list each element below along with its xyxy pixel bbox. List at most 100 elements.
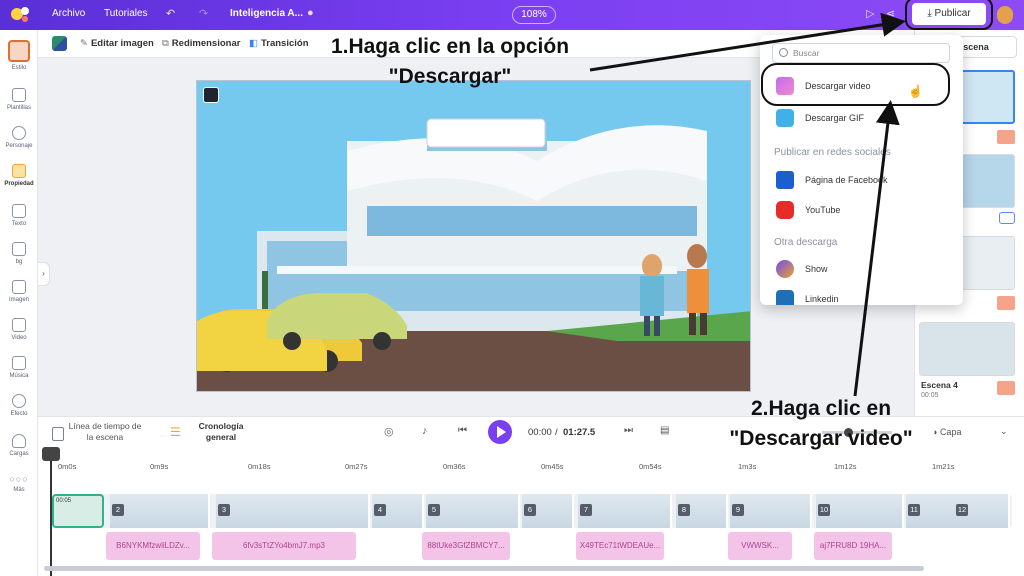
scene-segment[interactable]: 5 [426, 494, 520, 528]
scene-thumbnail-tag [997, 296, 1015, 310]
scene-segment-number: 9 [732, 504, 744, 516]
audio-clip[interactable]: B6NYKMfzwliLDZv... [106, 532, 200, 560]
scene-segment-number: 10 [818, 504, 830, 516]
crop-icon: ⧉ [162, 38, 169, 49]
time-tick: 1m3s [738, 462, 757, 471]
sidebar-label: Música [9, 373, 29, 379]
resize-button[interactable]: ⧉ Redimensionar [162, 38, 240, 49]
sidebar-item-bg[interactable]: bg [0, 242, 38, 265]
user-avatar[interactable] [997, 6, 1013, 24]
scene-segment[interactable]: 7 [578, 494, 672, 528]
sidebar-label: bg [15, 259, 23, 265]
search-icon [779, 48, 788, 57]
sidebar-item-effect[interactable]: Efecto [0, 394, 38, 417]
project-title[interactable]: Inteligencia A... [230, 8, 303, 19]
undo-icon[interactable]: ↶ [166, 7, 175, 20]
scene-segment-1[interactable]: 00:05 [52, 494, 104, 528]
scene-segment[interactable]: 11 [906, 494, 956, 528]
playhead-handle[interactable] [42, 447, 60, 461]
playhead[interactable] [50, 452, 52, 576]
edit-image-button[interactable]: ✎ Editar imagen [80, 38, 154, 49]
character-icon [12, 126, 26, 140]
redo-icon[interactable]: ↷ [199, 7, 208, 20]
scene-segment-number: 6 [524, 504, 536, 516]
preview-play-icon[interactable]: ▷ [866, 7, 874, 20]
scene-segment[interactable]: 10 [816, 494, 904, 528]
scene-timeline-tab[interactable]: Línea de tiempo de la escena [68, 421, 142, 443]
scene-segment[interactable]: 6 [522, 494, 574, 528]
scene-segment[interactable]: 2 [110, 494, 210, 528]
time-tick: 0m27s [345, 462, 368, 471]
templates-icon [12, 88, 26, 102]
audio-clip[interactable]: VWWSK... [728, 532, 792, 560]
sidebar-item-video[interactable]: Video [0, 318, 38, 341]
transition-icon: ◧ [249, 38, 258, 49]
chevron-down-icon[interactable]: ⌄ [1000, 426, 1008, 437]
audio-clip[interactable]: X49TEc71tWDEAUe... [576, 532, 664, 560]
time-tick: 0m54s [639, 462, 662, 471]
facebook-label: Página de Facebook [805, 175, 888, 185]
scene-canvas[interactable] [196, 80, 751, 392]
scene-segment[interactable]: 3 [216, 494, 370, 528]
scene-segment[interactable]: 8 [676, 494, 728, 528]
sidebar-item-property[interactable]: Propiedad [0, 164, 38, 187]
share-icon[interactable]: ⋖ [886, 7, 895, 20]
sidebar-item-text[interactable]: Texto [0, 204, 38, 227]
scene-segment[interactable]: 9 [730, 494, 812, 528]
scene-segment[interactable]: 4 [372, 494, 424, 528]
scene-segment[interactable]: 12 [954, 494, 1010, 528]
publish-highlight-ring [905, 0, 993, 30]
menu-file[interactable]: Archivo [52, 8, 85, 19]
sidebar-item-style[interactable]: Estilo [0, 40, 38, 71]
sidebar-item-templates[interactable]: Plantillas [0, 88, 38, 111]
saved-check-icon: ● [307, 7, 314, 19]
general-timeline-tab[interactable]: Cronología general [190, 421, 252, 443]
sidebar-label: Más [13, 487, 25, 493]
menu-tutorials[interactable]: Tutoriales [104, 8, 148, 19]
screenshot-icon[interactable]: ◎ [384, 425, 394, 438]
show-icon [776, 260, 794, 278]
play-button[interactable] [488, 420, 512, 444]
time-tick: 0m18s [248, 462, 271, 471]
sidebar-item-image[interactable]: Imagen [0, 280, 38, 303]
audio-clip[interactable]: 88tUke3GfZBMCY7... [422, 532, 510, 560]
camera-icon[interactable] [203, 87, 219, 103]
sidebar-item-character[interactable]: Personaje [0, 126, 38, 149]
microphone-icon[interactable]: ♪ [422, 425, 428, 437]
audio-clip[interactable]: aj7FRU8D 19HA... [814, 532, 892, 560]
music-icon [12, 356, 26, 370]
property-icon [12, 164, 26, 178]
time-separator: / [555, 427, 558, 438]
youtube-icon [776, 201, 794, 219]
sidebar-item-music[interactable]: Música [0, 356, 38, 379]
audio-clip[interactable]: 6fv3sTtZYo4bmJ7.mp3 [212, 532, 356, 560]
scene-timeline-icon [52, 427, 64, 441]
time-tick: 0m0s [58, 462, 77, 471]
sidebar-label: Texto [11, 221, 27, 227]
skip-forward-icon[interactable]: ⏭ [624, 425, 633, 436]
color-palette-icon[interactable] [52, 36, 67, 51]
cloud-upload-icon [12, 434, 26, 448]
skip-back-icon[interactable]: ⏮ [458, 425, 467, 436]
scene-segment-number: 5 [428, 504, 440, 516]
transition-link-icon[interactable] [999, 212, 1015, 224]
sidebar-label: Efecto [10, 411, 28, 417]
dropdown-search-input[interactable]: Buscar [772, 43, 950, 63]
expand-panel-button[interactable]: › [38, 262, 50, 286]
sidebar-item-uploads[interactable]: Cargas [0, 434, 38, 457]
more-dots-icon: ○○○ [9, 474, 29, 484]
left-sidebar: Estilo Plantillas Personaje Propiedad Te… [0, 30, 38, 576]
download-gif-label: Descargar GIF [805, 113, 865, 123]
zoom-select[interactable]: 108% [512, 6, 556, 24]
scene-thumbnail-4[interactable] [919, 322, 1015, 376]
time-tick: 1m12s [834, 462, 857, 471]
timeline-horizontal-scrollbar[interactable] [44, 566, 924, 571]
edit-image-label: Editar imagen [90, 38, 154, 49]
subtitles-icon[interactable]: ▤ [660, 425, 669, 436]
app-logo-icon[interactable] [10, 5, 32, 25]
time-tick: 0m9s [150, 462, 169, 471]
sidebar-label: Video [11, 335, 27, 341]
sidebar-item-more[interactable]: ○○○ Más [0, 474, 38, 493]
annotation-step-2: 2.Haga clic en "Descargar video" [729, 397, 913, 450]
general-timeline-icon: ☰ [170, 425, 181, 439]
